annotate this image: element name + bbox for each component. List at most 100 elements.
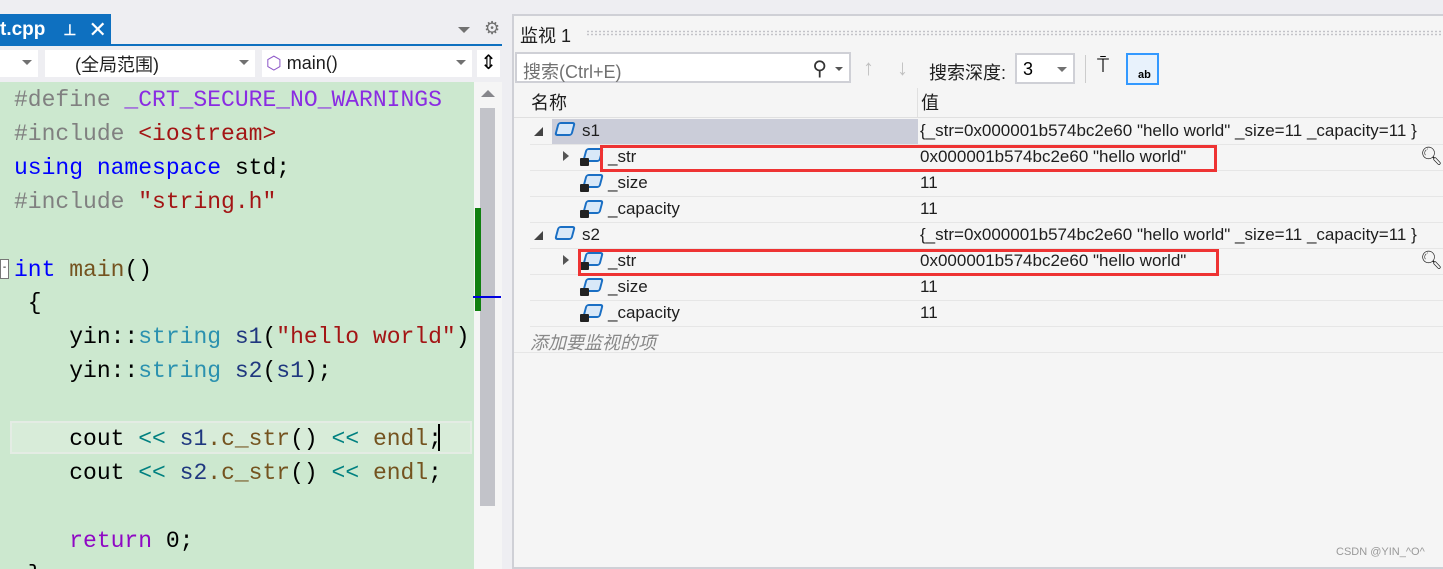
tab-dropdown-icon[interactable]	[458, 27, 470, 33]
code-token: cout	[14, 426, 139, 452]
code-token: (	[262, 358, 277, 385]
search-icon[interactable]: ⚲	[812, 56, 827, 81]
code-token: ()	[124, 256, 153, 283]
code-token: #include	[14, 120, 139, 147]
pin-icon[interactable]: ⊥	[63, 21, 76, 39]
watch-row[interactable]: _size 11	[530, 275, 1443, 301]
pin-watch-icon[interactable]: ⍑	[1097, 55, 1109, 78]
code-token: #include	[14, 188, 139, 215]
code-token: int	[14, 256, 70, 283]
tab-title: t.cpp	[0, 18, 46, 40]
watch-row[interactable]: s1 {_str=0x000001b574bc2e60 "hello world"…	[530, 119, 1443, 145]
code-token: <<	[138, 459, 180, 486]
search-next-icon[interactable]: ↓	[897, 55, 908, 81]
collapse-arrow-icon[interactable]	[534, 127, 543, 136]
code-token: s1	[179, 426, 208, 452]
watch-row[interactable]: s2 {_str=0x000001b574bc2e60 "hello world"…	[530, 223, 1443, 249]
highlight-box	[600, 145, 1217, 172]
function-label: main()	[286, 53, 338, 73]
code-token: namespace	[96, 154, 235, 181]
watch-name: _size	[608, 277, 648, 296]
code-line: int main()	[14, 253, 152, 287]
collapse-arrow-icon[interactable]	[534, 231, 543, 240]
watch-search-input[interactable]: 搜索(Ctrl+E) ⚲	[515, 52, 851, 83]
scroll-thumb[interactable]	[480, 108, 495, 506]
code-token: ()	[290, 426, 332, 452]
watch-name: _capacity	[608, 303, 680, 322]
code-token: string	[138, 324, 235, 351]
object-icon	[554, 122, 576, 136]
code-token: }	[14, 562, 42, 569]
code-line: #define _CRT_SECURE_NO_WARNINGS	[14, 83, 442, 117]
caret-position-marker	[473, 296, 501, 298]
code-token: std;	[234, 154, 291, 181]
magnifier-icon[interactable]: 🔍︎	[1420, 146, 1443, 167]
code-token: .c_str	[207, 459, 291, 486]
magnifier-icon[interactable]: 🔍︎	[1420, 250, 1443, 271]
code-token: "string.h"	[138, 188, 277, 215]
code-line: using namespace std;	[14, 151, 290, 185]
panel-grip[interactable]	[586, 30, 1443, 36]
collapse-icon[interactable]: -	[0, 259, 9, 279]
column-name-header[interactable]: 名称	[514, 88, 918, 118]
column-value-header[interactable]: 值	[918, 88, 1443, 118]
watch-name: _capacity	[608, 199, 680, 218]
watch-row[interactable]: _size 11	[530, 171, 1443, 197]
text-caret	[438, 424, 440, 451]
code-token: endl	[372, 459, 429, 486]
watch-value[interactable]: {_str=0x000001b574bc2e60 "hello world" _…	[920, 225, 1417, 245]
watch-title: 监视 1	[520, 26, 572, 46]
add-watch-row[interactable]: 添加要监视的项	[514, 327, 1443, 353]
watch-name: s1	[582, 121, 600, 140]
watch-row[interactable]: _capacity 11	[530, 197, 1443, 223]
scope-combo[interactable]: (全局范围)	[45, 50, 255, 77]
depth-value: 3	[1023, 59, 1034, 79]
depth-select[interactable]: 3	[1015, 53, 1075, 84]
code-editor[interactable]: #define _CRT_SECURE_NO_WARNINGS #include …	[0, 82, 474, 569]
watch-value[interactable]: 11	[920, 277, 938, 297]
lock-icon	[580, 210, 589, 218]
object-icon	[554, 226, 576, 240]
code-token: using	[14, 154, 97, 181]
code-line: cout << s1.c_str() << endl;	[14, 422, 442, 456]
hex-display-icon[interactable]: ab	[1126, 53, 1159, 85]
watch-row[interactable]: _capacity 11	[530, 301, 1443, 327]
search-dropdown-icon[interactable]	[835, 67, 843, 71]
tab-file[interactable]: t.cpp ⊥ ✕	[0, 14, 111, 45]
watch-value[interactable]: 11	[920, 199, 938, 219]
code-line: yin::string s2(s1);	[14, 354, 331, 388]
close-icon[interactable]: ✕	[88, 17, 106, 43]
lock-icon	[580, 158, 589, 166]
watch-value[interactable]: 11	[920, 173, 938, 193]
scroll-up-icon[interactable]	[481, 90, 495, 97]
code-token: <<	[138, 426, 180, 452]
expand-arrow-icon[interactable]	[563, 255, 569, 265]
project-combo[interactable]	[0, 50, 38, 77]
lock-icon	[580, 314, 589, 322]
watch-value[interactable]: 11	[920, 303, 938, 323]
code-token: main	[69, 256, 125, 283]
code-token: <<	[331, 426, 373, 452]
code-token: (	[262, 324, 277, 351]
lock-icon	[580, 184, 589, 192]
code-token: s2	[179, 459, 208, 486]
depth-label: 搜索深度:	[929, 63, 1007, 83]
code-line: #include "string.h"	[14, 185, 276, 219]
code-token: _CRT_SECURE_NO_WARNINGS	[124, 87, 442, 113]
gear-icon[interactable]: ⚙	[484, 18, 500, 39]
search-prev-icon[interactable]: ↑	[863, 55, 874, 81]
code-line: yin::string s1("hello world")	[14, 320, 469, 354]
add-watch-placeholder: 添加要监视的项	[530, 333, 656, 353]
function-combo[interactable]: ⬡ main()	[262, 50, 472, 77]
code-token: <iostream>	[138, 120, 277, 147]
expand-arrow-icon[interactable]	[563, 151, 569, 161]
split-icon[interactable]: ⇕	[477, 50, 500, 77]
code-token: s1	[234, 324, 263, 351]
code-line: #include <iostream>	[14, 117, 276, 151]
code-token: ;	[428, 459, 442, 486]
watch-name: s2	[582, 225, 600, 244]
code-token: s1	[276, 358, 304, 385]
tab-underline	[0, 44, 502, 46]
watermark: CSDN @YIN_^O^	[1336, 546, 1425, 558]
watch-value[interactable]: {_str=0x000001b574bc2e60 "hello world" _…	[920, 121, 1417, 141]
